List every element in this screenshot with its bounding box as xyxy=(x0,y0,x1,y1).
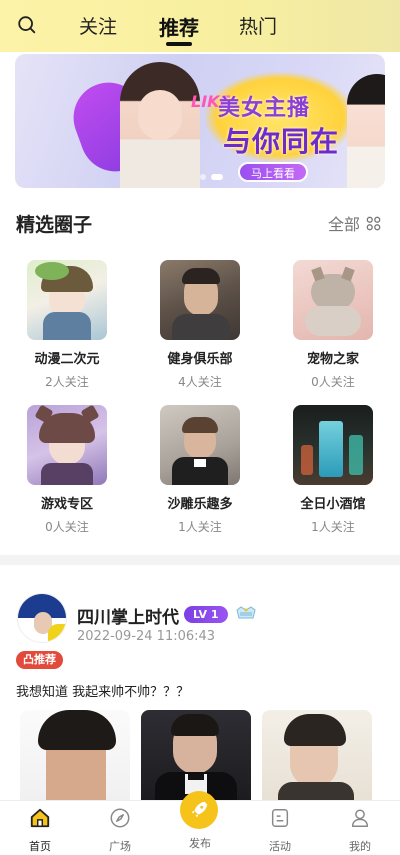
circle-thumbnail xyxy=(160,260,240,340)
publish-button[interactable] xyxy=(180,791,218,829)
promo-banner[interactable]: LIKE 美女主播 与你同在 马上看看 xyxy=(15,54,385,188)
publish-label: 发布 xyxy=(189,837,211,850)
recommend-tag: 凸推荐 xyxy=(16,651,63,669)
circle-followers: 1人关注 xyxy=(311,520,355,534)
top-header: 关注 推荐 热门 xyxy=(0,0,400,52)
circle-followers: 0人关注 xyxy=(45,520,89,534)
circle-name: 游戏专区 xyxy=(40,497,93,512)
activity-icon xyxy=(271,809,289,827)
nav-label: 我的 xyxy=(349,840,371,853)
post-text: 我想知道 我起来帅不帅？？？ xyxy=(16,685,190,700)
section-title: 精选圈子 xyxy=(16,214,93,236)
vip-badge-icon xyxy=(236,606,256,619)
thumbs-up-icon: 凸 xyxy=(23,653,34,666)
level-badge: LV 1 xyxy=(184,606,228,623)
circle-card[interactable]: 游戏专区 0人关注 xyxy=(17,405,117,535)
avatar[interactable] xyxy=(17,593,67,643)
circle-followers: 2人关注 xyxy=(45,375,89,389)
circle-card[interactable]: 宠物之家 0人关注 xyxy=(283,260,383,390)
user-icon xyxy=(351,809,369,827)
post-image[interactable] xyxy=(20,710,130,810)
rocket-icon xyxy=(191,801,208,818)
app-page: 关注 推荐 热门 LIKE 美女主播 与你同在 马上看看 精选圈子 全部 动漫二… xyxy=(0,0,400,855)
circle-thumbnail xyxy=(293,260,373,340)
circle-thumbnail xyxy=(27,260,107,340)
carousel-dot-active[interactable] xyxy=(211,174,223,180)
nav-label: 活动 xyxy=(269,840,291,853)
post-image[interactable] xyxy=(262,710,372,810)
nav-label: 首页 xyxy=(29,840,51,853)
section-divider xyxy=(0,555,400,565)
circle-followers: 4人关注 xyxy=(178,375,222,389)
circle-name: 健身俱乐部 xyxy=(167,352,233,367)
circle-name: 沙雕乐趣多 xyxy=(167,497,233,512)
tab-hot[interactable]: 热门 xyxy=(239,12,277,39)
carousel-dot[interactable] xyxy=(200,174,206,180)
circle-thumbnail xyxy=(27,405,107,485)
circle-thumbnail xyxy=(160,405,240,485)
nav-home[interactable]: 首页 xyxy=(15,807,65,854)
banner-image-right xyxy=(347,74,385,188)
circle-card[interactable]: 沙雕乐趣多 1人关注 xyxy=(150,405,250,535)
bottom-nav: 首页 广场 发布 活动 我的 xyxy=(0,791,400,855)
circle-thumbnail xyxy=(293,405,373,485)
banner-subheadline: 与你同在 xyxy=(223,125,340,158)
tab-recommend[interactable]: 推荐 xyxy=(159,12,199,41)
nav-square[interactable]: 广场 xyxy=(95,807,145,854)
circle-followers: 1人关注 xyxy=(178,520,222,534)
compass-icon xyxy=(110,808,130,828)
circle-name: 宠物之家 xyxy=(306,352,359,367)
recommend-label: 推荐 xyxy=(34,653,56,666)
see-all-link[interactable]: 全部 xyxy=(328,211,381,235)
see-all-label: 全部 xyxy=(328,215,361,234)
nav-activity[interactable]: 活动 xyxy=(255,807,305,854)
circle-card[interactable]: 全日小酒馆 1人关注 xyxy=(283,405,383,535)
banner-cta-button[interactable]: 马上看看 xyxy=(238,162,308,182)
nav-profile[interactable]: 我的 xyxy=(335,807,385,854)
grid-icon xyxy=(366,216,381,230)
tab-follow[interactable]: 关注 xyxy=(79,12,117,39)
banner-image-left xyxy=(120,62,200,188)
post-timestamp: 2022-09-24 11:06:43 xyxy=(77,629,216,644)
circle-name: 全日小酒馆 xyxy=(300,497,366,512)
circle-followers: 0人关注 xyxy=(311,375,355,389)
post-author[interactable]: 四川掌上时代 xyxy=(77,603,179,628)
home-icon xyxy=(30,808,50,828)
circle-name: 动漫二次元 xyxy=(34,352,100,367)
circle-card[interactable]: 健身俱乐部 4人关注 xyxy=(150,260,250,390)
nav-label: 广场 xyxy=(109,840,131,853)
banner-headline: 美女主播 xyxy=(218,96,311,121)
active-tab-indicator xyxy=(166,42,192,46)
circle-card[interactable]: 动漫二次元 2人关注 xyxy=(17,260,117,390)
carousel-dots xyxy=(200,174,223,180)
search-icon[interactable] xyxy=(16,14,38,36)
